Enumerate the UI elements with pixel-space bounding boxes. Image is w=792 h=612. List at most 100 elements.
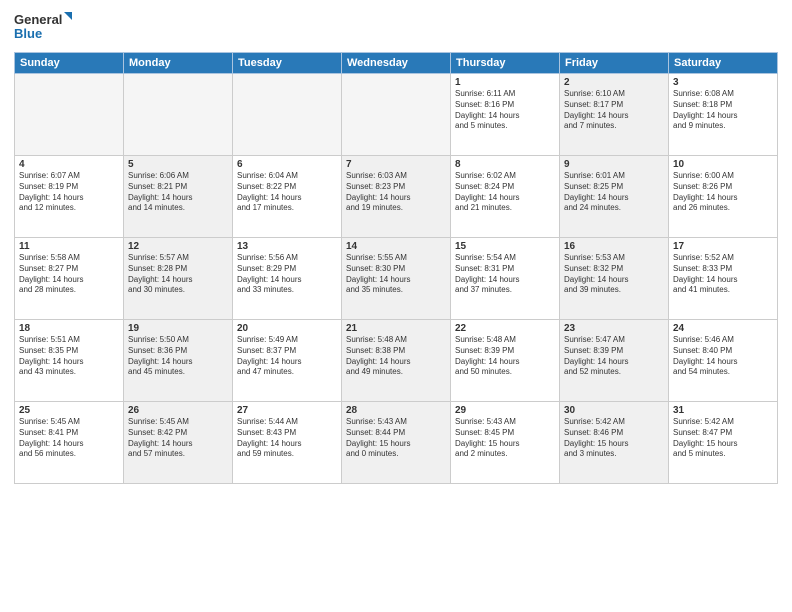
day-cell: 15Sunrise: 5:54 AM Sunset: 8:31 PM Dayli… bbox=[451, 238, 560, 320]
day-cell: 16Sunrise: 5:53 AM Sunset: 8:32 PM Dayli… bbox=[560, 238, 669, 320]
day-number: 3 bbox=[673, 77, 773, 88]
week-row-4: 25Sunrise: 5:45 AM Sunset: 8:41 PM Dayli… bbox=[15, 402, 778, 484]
day-number: 24 bbox=[673, 323, 773, 334]
day-info: Sunrise: 6:03 AM Sunset: 8:23 PM Dayligh… bbox=[346, 171, 446, 214]
day-cell bbox=[233, 74, 342, 156]
day-info: Sunrise: 5:45 AM Sunset: 8:41 PM Dayligh… bbox=[19, 417, 119, 460]
day-info: Sunrise: 6:04 AM Sunset: 8:22 PM Dayligh… bbox=[237, 171, 337, 214]
day-cell: 21Sunrise: 5:48 AM Sunset: 8:38 PM Dayli… bbox=[342, 320, 451, 402]
day-cell: 6Sunrise: 6:04 AM Sunset: 8:22 PM Daylig… bbox=[233, 156, 342, 238]
day-info: Sunrise: 5:46 AM Sunset: 8:40 PM Dayligh… bbox=[673, 335, 773, 378]
svg-text:General: General bbox=[14, 12, 62, 27]
day-number: 29 bbox=[455, 405, 555, 416]
day-cell: 17Sunrise: 5:52 AM Sunset: 8:33 PM Dayli… bbox=[669, 238, 778, 320]
day-cell: 1Sunrise: 6:11 AM Sunset: 8:16 PM Daylig… bbox=[451, 74, 560, 156]
header-row: SundayMondayTuesdayWednesdayThursdayFrid… bbox=[15, 53, 778, 74]
day-cell: 12Sunrise: 5:57 AM Sunset: 8:28 PM Dayli… bbox=[124, 238, 233, 320]
day-cell: 23Sunrise: 5:47 AM Sunset: 8:39 PM Dayli… bbox=[560, 320, 669, 402]
day-number: 5 bbox=[128, 159, 228, 170]
day-number: 14 bbox=[346, 241, 446, 252]
day-number: 19 bbox=[128, 323, 228, 334]
day-info: Sunrise: 5:55 AM Sunset: 8:30 PM Dayligh… bbox=[346, 253, 446, 296]
day-number: 25 bbox=[19, 405, 119, 416]
day-number: 9 bbox=[564, 159, 664, 170]
day-number: 6 bbox=[237, 159, 337, 170]
calendar-table: SundayMondayTuesdayWednesdayThursdayFrid… bbox=[14, 52, 778, 484]
col-header-tuesday: Tuesday bbox=[233, 53, 342, 74]
week-row-3: 18Sunrise: 5:51 AM Sunset: 8:35 PM Dayli… bbox=[15, 320, 778, 402]
page-container: GeneralBlue SundayMondayTuesdayWednesday… bbox=[0, 0, 792, 612]
day-number: 17 bbox=[673, 241, 773, 252]
day-cell: 24Sunrise: 5:46 AM Sunset: 8:40 PM Dayli… bbox=[669, 320, 778, 402]
day-number: 4 bbox=[19, 159, 119, 170]
day-number: 1 bbox=[455, 77, 555, 88]
day-number: 20 bbox=[237, 323, 337, 334]
day-number: 15 bbox=[455, 241, 555, 252]
col-header-friday: Friday bbox=[560, 53, 669, 74]
day-info: Sunrise: 5:56 AM Sunset: 8:29 PM Dayligh… bbox=[237, 253, 337, 296]
day-cell: 9Sunrise: 6:01 AM Sunset: 8:25 PM Daylig… bbox=[560, 156, 669, 238]
day-info: Sunrise: 5:49 AM Sunset: 8:37 PM Dayligh… bbox=[237, 335, 337, 378]
day-cell bbox=[342, 74, 451, 156]
logo-svg: GeneralBlue bbox=[14, 10, 74, 46]
week-row-1: 4Sunrise: 6:07 AM Sunset: 8:19 PM Daylig… bbox=[15, 156, 778, 238]
day-cell bbox=[124, 74, 233, 156]
day-info: Sunrise: 6:00 AM Sunset: 8:26 PM Dayligh… bbox=[673, 171, 773, 214]
day-cell: 19Sunrise: 5:50 AM Sunset: 8:36 PM Dayli… bbox=[124, 320, 233, 402]
day-cell: 4Sunrise: 6:07 AM Sunset: 8:19 PM Daylig… bbox=[15, 156, 124, 238]
day-cell: 2Sunrise: 6:10 AM Sunset: 8:17 PM Daylig… bbox=[560, 74, 669, 156]
day-info: Sunrise: 5:53 AM Sunset: 8:32 PM Dayligh… bbox=[564, 253, 664, 296]
day-number: 2 bbox=[564, 77, 664, 88]
logo: GeneralBlue bbox=[14, 10, 74, 46]
day-number: 7 bbox=[346, 159, 446, 170]
day-info: Sunrise: 5:57 AM Sunset: 8:28 PM Dayligh… bbox=[128, 253, 228, 296]
day-cell: 5Sunrise: 6:06 AM Sunset: 8:21 PM Daylig… bbox=[124, 156, 233, 238]
day-number: 30 bbox=[564, 405, 664, 416]
day-info: Sunrise: 6:06 AM Sunset: 8:21 PM Dayligh… bbox=[128, 171, 228, 214]
day-cell bbox=[15, 74, 124, 156]
day-number: 8 bbox=[455, 159, 555, 170]
header: GeneralBlue bbox=[14, 10, 778, 46]
day-cell: 26Sunrise: 5:45 AM Sunset: 8:42 PM Dayli… bbox=[124, 402, 233, 484]
day-number: 18 bbox=[19, 323, 119, 334]
day-cell: 8Sunrise: 6:02 AM Sunset: 8:24 PM Daylig… bbox=[451, 156, 560, 238]
svg-text:Blue: Blue bbox=[14, 26, 42, 41]
day-info: Sunrise: 5:44 AM Sunset: 8:43 PM Dayligh… bbox=[237, 417, 337, 460]
day-cell: 3Sunrise: 6:08 AM Sunset: 8:18 PM Daylig… bbox=[669, 74, 778, 156]
day-number: 11 bbox=[19, 241, 119, 252]
day-info: Sunrise: 6:07 AM Sunset: 8:19 PM Dayligh… bbox=[19, 171, 119, 214]
day-info: Sunrise: 5:54 AM Sunset: 8:31 PM Dayligh… bbox=[455, 253, 555, 296]
day-cell: 18Sunrise: 5:51 AM Sunset: 8:35 PM Dayli… bbox=[15, 320, 124, 402]
day-number: 22 bbox=[455, 323, 555, 334]
day-number: 23 bbox=[564, 323, 664, 334]
day-info: Sunrise: 5:48 AM Sunset: 8:38 PM Dayligh… bbox=[346, 335, 446, 378]
day-cell: 11Sunrise: 5:58 AM Sunset: 8:27 PM Dayli… bbox=[15, 238, 124, 320]
day-info: Sunrise: 6:10 AM Sunset: 8:17 PM Dayligh… bbox=[564, 89, 664, 132]
day-info: Sunrise: 5:52 AM Sunset: 8:33 PM Dayligh… bbox=[673, 253, 773, 296]
day-info: Sunrise: 5:42 AM Sunset: 8:47 PM Dayligh… bbox=[673, 417, 773, 460]
day-info: Sunrise: 6:11 AM Sunset: 8:16 PM Dayligh… bbox=[455, 89, 555, 132]
day-info: Sunrise: 5:45 AM Sunset: 8:42 PM Dayligh… bbox=[128, 417, 228, 460]
day-number: 31 bbox=[673, 405, 773, 416]
day-info: Sunrise: 5:43 AM Sunset: 8:44 PM Dayligh… bbox=[346, 417, 446, 460]
day-info: Sunrise: 6:08 AM Sunset: 8:18 PM Dayligh… bbox=[673, 89, 773, 132]
day-number: 26 bbox=[128, 405, 228, 416]
day-info: Sunrise: 5:48 AM Sunset: 8:39 PM Dayligh… bbox=[455, 335, 555, 378]
day-info: Sunrise: 5:42 AM Sunset: 8:46 PM Dayligh… bbox=[564, 417, 664, 460]
day-cell: 28Sunrise: 5:43 AM Sunset: 8:44 PM Dayli… bbox=[342, 402, 451, 484]
day-cell: 20Sunrise: 5:49 AM Sunset: 8:37 PM Dayli… bbox=[233, 320, 342, 402]
day-cell: 22Sunrise: 5:48 AM Sunset: 8:39 PM Dayli… bbox=[451, 320, 560, 402]
day-cell: 29Sunrise: 5:43 AM Sunset: 8:45 PM Dayli… bbox=[451, 402, 560, 484]
week-row-2: 11Sunrise: 5:58 AM Sunset: 8:27 PM Dayli… bbox=[15, 238, 778, 320]
day-cell: 14Sunrise: 5:55 AM Sunset: 8:30 PM Dayli… bbox=[342, 238, 451, 320]
day-number: 21 bbox=[346, 323, 446, 334]
day-number: 27 bbox=[237, 405, 337, 416]
day-info: Sunrise: 6:02 AM Sunset: 8:24 PM Dayligh… bbox=[455, 171, 555, 214]
week-row-0: 1Sunrise: 6:11 AM Sunset: 8:16 PM Daylig… bbox=[15, 74, 778, 156]
day-cell: 27Sunrise: 5:44 AM Sunset: 8:43 PM Dayli… bbox=[233, 402, 342, 484]
day-number: 10 bbox=[673, 159, 773, 170]
day-info: Sunrise: 6:01 AM Sunset: 8:25 PM Dayligh… bbox=[564, 171, 664, 214]
day-cell: 31Sunrise: 5:42 AM Sunset: 8:47 PM Dayli… bbox=[669, 402, 778, 484]
day-info: Sunrise: 5:47 AM Sunset: 8:39 PM Dayligh… bbox=[564, 335, 664, 378]
col-header-wednesday: Wednesday bbox=[342, 53, 451, 74]
